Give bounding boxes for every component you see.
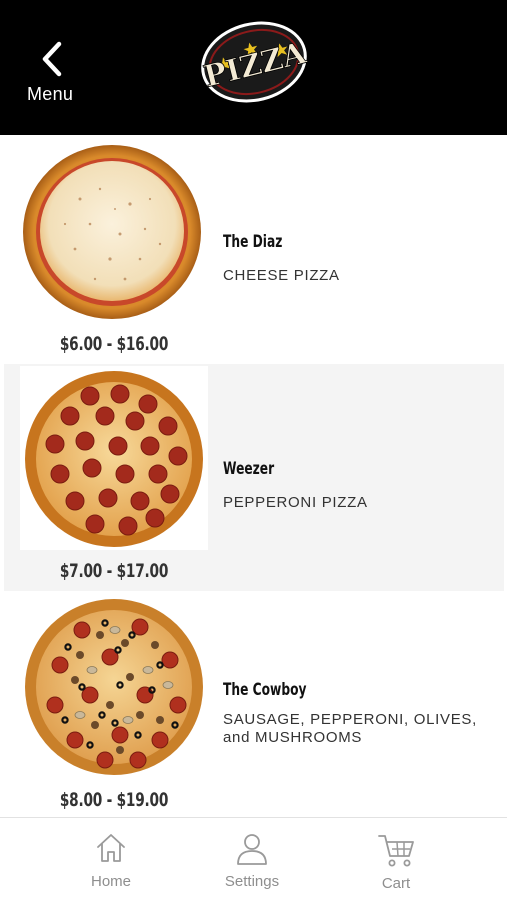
item-description: CHEESE PIZZA [223, 267, 340, 284]
item-price: $6.00 - $16.00 [59, 333, 169, 355]
menu-item-weezer[interactable]: Weezer PEPPERONI PIZZA $7.00 - $17.00 [4, 364, 504, 591]
back-label: Menu [27, 84, 74, 104]
pizza-logo: PIZZA [200, 21, 310, 103]
tab-bar: Home Settings Cart [0, 817, 507, 900]
pepperoni-pizza-image [20, 366, 208, 550]
tab-home[interactable]: Home [56, 818, 166, 900]
tab-label: Cart [381, 875, 411, 892]
user-icon [237, 834, 267, 865]
item-name: The Cowboy [223, 680, 307, 700]
item-price: $7.00 - $17.00 [59, 560, 169, 582]
cheese-pizza-image [20, 139, 208, 323]
menu-item-the-cowboy[interactable]: The Cowboy SAUSAGE, PEPPERONI, OLIVES, a… [4, 593, 504, 817]
home-icon [97, 834, 125, 862]
menu-list: The Diaz CHEESE PIZZA $6.00 - $16.00 Wee… [0, 135, 507, 817]
supreme-pizza-image [20, 595, 208, 779]
item-price: $8.00 - $19.00 [59, 789, 169, 811]
back-button[interactable]: Menu [20, 38, 84, 108]
tab-label: Settings [224, 873, 280, 890]
item-name: Weezer [223, 459, 275, 479]
tab-cart[interactable]: Cart [341, 818, 451, 900]
menu-item-the-diaz[interactable]: The Diaz CHEESE PIZZA $6.00 - $16.00 [4, 137, 504, 364]
tab-label: Home [90, 873, 131, 890]
app-header: Menu PIZZA [0, 0, 507, 135]
item-name: The Diaz [223, 232, 283, 252]
tab-settings[interactable]: Settings [197, 818, 307, 900]
cart-icon [378, 835, 414, 867]
chevron-left-icon [42, 41, 62, 77]
item-description: SAUSAGE, PEPPERONI, OLIVES, and MUSHROOM… [223, 711, 477, 746]
item-description: PEPPERONI PIZZA [223, 494, 368, 511]
